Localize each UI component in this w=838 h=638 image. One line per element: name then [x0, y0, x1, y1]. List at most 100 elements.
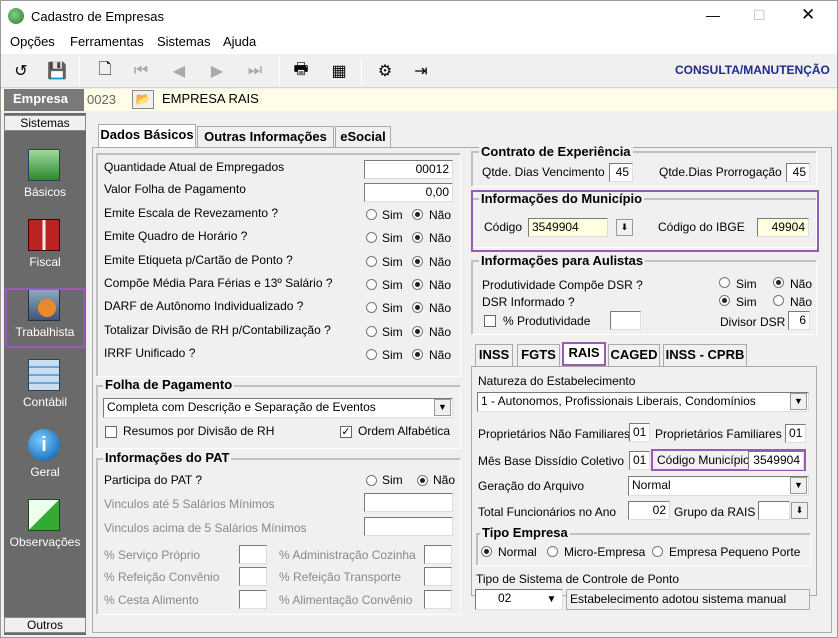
- question-sim-radio[interactable]: [366, 348, 377, 360]
- sidebar-item-basicos[interactable]: Básicos: [4, 143, 86, 211]
- pat-sim-radio[interactable]: [366, 475, 377, 486]
- download-icon[interactable]: ⬇: [791, 502, 808, 519]
- menu-ajuda[interactable]: Ajuda: [223, 34, 256, 49]
- chevron-down-icon[interactable]: ▼: [434, 399, 451, 416]
- last-record-icon[interactable]: ⏭: [243, 59, 267, 83]
- ordem-label: Ordem Alfabética: [358, 424, 451, 438]
- vinc5-field[interactable]: [364, 493, 453, 512]
- sidebar-item-observacoes[interactable]: Observações: [4, 493, 86, 561]
- folha-select[interactable]: Completa com Descrição e Separação de Ev…: [103, 398, 453, 418]
- sidebar-item-label: Observações: [9, 535, 81, 549]
- minimize-icon[interactable]: —: [706, 7, 720, 23]
- vincacima-field[interactable]: [364, 517, 453, 536]
- municipio-highlight: [471, 190, 819, 252]
- question-label: Emite Quadro de Horário ?: [104, 229, 248, 244]
- calculator-icon[interactable]: ▦: [327, 59, 351, 83]
- question-nao-label: Não: [429, 277, 452, 292]
- undo-icon[interactable]: ↺: [9, 59, 33, 83]
- geracao-select[interactable]: Normal: [628, 476, 809, 496]
- pct-field[interactable]: [610, 311, 641, 330]
- refconv-field[interactable]: [239, 567, 267, 586]
- ordem-checkbox[interactable]: ✓: [340, 426, 352, 438]
- pct-checkbox[interactable]: [484, 315, 496, 327]
- sidebar-item-fiscal[interactable]: Fiscal: [4, 213, 86, 281]
- question-nao-radio[interactable]: [412, 278, 423, 290]
- close-icon[interactable]: ✕: [801, 5, 815, 25]
- question-nao-radio[interactable]: [412, 325, 423, 337]
- tools-icon[interactable]: ⚙: [373, 59, 397, 83]
- servico-field[interactable]: [239, 545, 267, 564]
- qtd-empregados-field[interactable]: 00012: [364, 160, 453, 179]
- question-sim-label: Sim: [382, 301, 403, 316]
- alimconv-label: % Alimentação Convênio: [279, 593, 413, 607]
- menu-sistemas[interactable]: Sistemas: [157, 34, 210, 49]
- exit-icon[interactable]: ⇥: [409, 59, 433, 83]
- valor-folha-field[interactable]: 0,00: [364, 183, 453, 202]
- preview-icon[interactable]: 🗋: [93, 59, 117, 83]
- admcoz-label: % Administração Cozinha: [279, 548, 416, 562]
- natureza-select[interactable]: 1 - Autonomos, Profissionais Liberais, C…: [477, 392, 809, 412]
- grupo-field[interactable]: [758, 501, 790, 520]
- prod-nao-radio[interactable]: [773, 277, 784, 288]
- pat-nao-radio[interactable]: [417, 475, 428, 486]
- subtab-inss-cprb[interactable]: INSS - CPRB: [663, 344, 747, 366]
- reftransp-field[interactable]: [424, 567, 452, 586]
- mes-field[interactable]: 01: [629, 451, 650, 470]
- question-sim-radio[interactable]: [366, 278, 377, 290]
- subtab-fgts[interactable]: FGTS: [517, 344, 560, 366]
- tab-dados-basicos[interactable]: Dados Básicos: [98, 124, 196, 148]
- folha-title: Folha de Pagamento: [103, 377, 235, 392]
- tipo-micro-radio[interactable]: [547, 546, 558, 557]
- question-nao-radio[interactable]: [412, 255, 423, 267]
- question-sim-radio[interactable]: [366, 255, 377, 267]
- question-sim-label: Sim: [382, 324, 403, 339]
- folder-open-icon[interactable]: 📂: [132, 90, 154, 109]
- tipo-normal-radio[interactable]: [481, 546, 492, 557]
- question-sim-radio[interactable]: [366, 209, 377, 220]
- subtab-inss[interactable]: INSS: [475, 344, 513, 366]
- menu-ferramentas[interactable]: Ferramentas: [70, 34, 144, 49]
- propnf-field[interactable]: 01: [629, 423, 650, 442]
- sidebar-systems-button[interactable]: Sistemas: [4, 115, 86, 131]
- chevron-down-icon[interactable]: ▼: [790, 477, 807, 494]
- question-nao-radio[interactable]: [412, 209, 423, 220]
- dsr-nao-radio[interactable]: [773, 295, 784, 306]
- sidebar-item-geral[interactable]: i Geral: [4, 423, 86, 491]
- contrato-title: Contrato de Experiência: [479, 144, 633, 159]
- subtab-caged[interactable]: CAGED: [608, 344, 660, 366]
- divisor-field[interactable]: 6: [788, 311, 810, 330]
- question-sim-radio[interactable]: [366, 325, 377, 337]
- cesta-field[interactable]: [239, 590, 267, 609]
- venc-field[interactable]: 45: [609, 163, 633, 182]
- previous-record-icon[interactable]: ◀: [167, 59, 191, 83]
- reftransp-label: % Refeição Transporte: [279, 570, 402, 584]
- maximize-icon[interactable]: ☐: [753, 7, 766, 24]
- servico-label: % Serviço Próprio: [104, 548, 201, 562]
- question-nao-radio[interactable]: [412, 348, 423, 360]
- chevron-down-icon[interactable]: ▼: [790, 393, 807, 410]
- admcoz-field[interactable]: [424, 545, 452, 564]
- dsr-sim-radio[interactable]: [719, 295, 730, 306]
- chevron-down-icon[interactable]: ▼: [543, 591, 560, 608]
- resumos-checkbox[interactable]: [105, 426, 117, 438]
- prorr-field[interactable]: 45: [786, 163, 810, 182]
- tab-outras-informacoes[interactable]: Outras Informações: [197, 126, 334, 148]
- next-record-icon[interactable]: ▶: [205, 59, 229, 83]
- vincacima-label: Vinculos acima de 5 Salários Mínimos: [104, 521, 307, 535]
- save-icon[interactable]: 💾: [45, 59, 69, 83]
- tab-esocial[interactable]: eSocial: [335, 126, 391, 148]
- prod-sim-radio[interactable]: [719, 277, 730, 288]
- resumos-label: Resumos por Divisão de RH: [123, 424, 275, 438]
- propf-field[interactable]: 01: [785, 424, 806, 443]
- tipo-pequeno-radio[interactable]: [652, 546, 663, 557]
- venc-label: Qtde. Dias Vencimento: [482, 165, 605, 179]
- codmun-field[interactable]: 3549904: [748, 451, 804, 470]
- empresa-code[interactable]: 0023: [87, 92, 116, 107]
- total-field[interactable]: 02: [628, 501, 670, 520]
- print-icon[interactable]: 🖶: [289, 59, 313, 83]
- sidebar-item-contabil[interactable]: Contábil: [4, 353, 86, 421]
- alimconv-field[interactable]: [424, 590, 452, 609]
- first-record-icon[interactable]: ⏮: [129, 59, 153, 83]
- menu-opcoes[interactable]: Opções: [10, 34, 55, 49]
- sidebar-others-button[interactable]: Outros: [4, 617, 86, 633]
